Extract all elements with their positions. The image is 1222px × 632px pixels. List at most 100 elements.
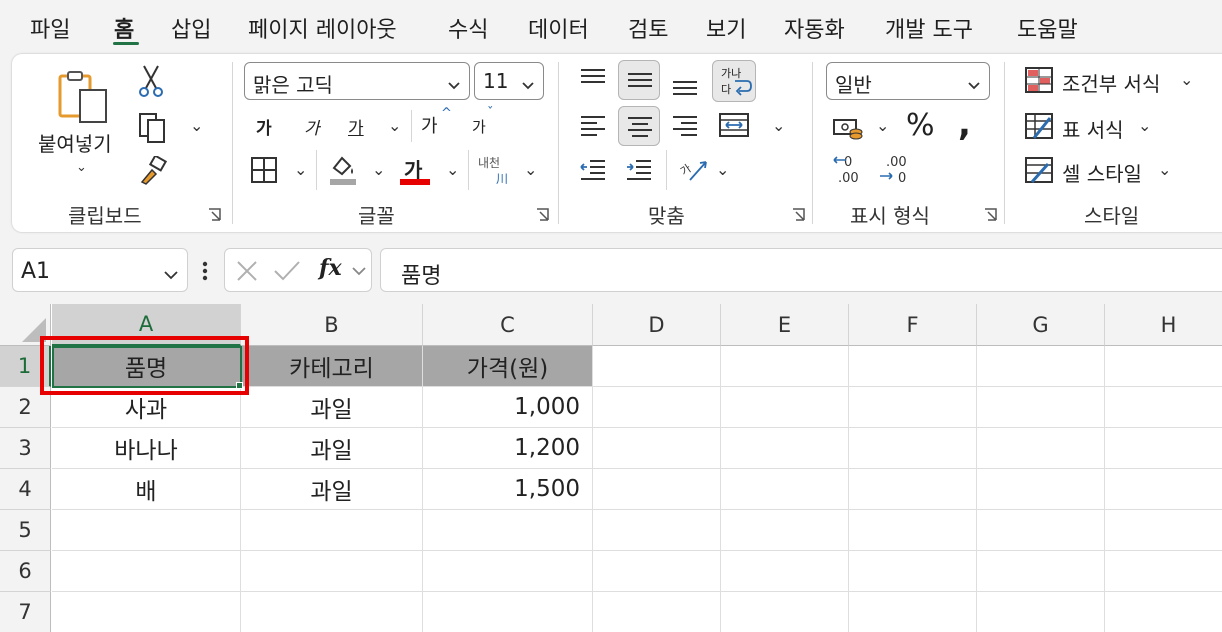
alignment-launcher-icon[interactable]: [792, 206, 805, 221]
font-color-dropdown-icon[interactable]: ⌄: [446, 160, 459, 179]
borders-icon[interactable]: [250, 156, 278, 184]
empty-cell[interactable]: [721, 510, 849, 551]
decrease-decimal-icon[interactable]: .00 0: [878, 154, 910, 186]
empty-cell[interactable]: [849, 428, 977, 469]
empty-cell[interactable]: [977, 592, 1105, 632]
tab-insert[interactable]: 삽입: [171, 12, 211, 44]
bold-button[interactable]: 가: [256, 114, 272, 139]
tab-review[interactable]: 검토: [628, 12, 668, 44]
empty-cell[interactable]: [721, 592, 849, 632]
clipboard-launcher-icon[interactable]: [208, 206, 221, 221]
phonetic-top-label[interactable]: 내천: [478, 154, 500, 171]
fill-color-dropdown-icon[interactable]: ⌄: [372, 160, 385, 179]
empty-cell[interactable]: [849, 469, 977, 510]
merge-center-icon[interactable]: [718, 110, 750, 140]
cancel-icon[interactable]: [235, 259, 259, 287]
align-center-button[interactable]: [618, 106, 660, 146]
empty-cell[interactable]: [1105, 592, 1222, 632]
font-size-select[interactable]: 11: [474, 62, 544, 100]
font-name-select[interactable]: 맑은 고딕: [244, 62, 470, 100]
column-header-c[interactable]: C: [423, 304, 593, 346]
currency-icon[interactable]: [832, 114, 864, 142]
cell-a4[interactable]: 배: [52, 469, 241, 510]
empty-cell[interactable]: [1105, 387, 1222, 428]
tab-page-layout[interactable]: 페이지 레이아웃: [248, 12, 397, 44]
paste-dropdown-icon[interactable]: ⌄: [76, 160, 87, 175]
copy-icon[interactable]: [136, 110, 170, 144]
empty-cell[interactable]: [721, 387, 849, 428]
tab-data[interactable]: 데이터: [528, 12, 589, 44]
tab-help[interactable]: 도움말: [1017, 12, 1078, 44]
cell-b1[interactable]: 카테고리: [241, 346, 423, 387]
row-header-5[interactable]: 5: [0, 510, 51, 551]
currency-dropdown-icon[interactable]: ⌄: [876, 116, 889, 135]
empty-cell[interactable]: [977, 346, 1105, 387]
empty-cell[interactable]: [241, 592, 423, 632]
row-header-4[interactable]: 4: [0, 469, 51, 510]
cell-b2[interactable]: 과일: [241, 387, 423, 428]
format-as-table-icon[interactable]: [1024, 112, 1054, 140]
chevron-down-icon[interactable]: [351, 263, 367, 282]
empty-cell[interactable]: [1105, 551, 1222, 592]
borders-dropdown-icon[interactable]: ⌄: [294, 160, 307, 179]
column-header-g[interactable]: G: [977, 304, 1105, 346]
paste-icon[interactable]: [56, 70, 110, 126]
empty-cell[interactable]: [977, 387, 1105, 428]
empty-cell[interactable]: [1105, 428, 1222, 469]
grow-font-button[interactable]: 가: [421, 112, 438, 138]
empty-cell[interactable]: [593, 551, 721, 592]
empty-cell[interactable]: [593, 346, 721, 387]
enter-icon[interactable]: [273, 259, 301, 287]
column-header-h[interactable]: H: [1105, 304, 1222, 346]
middle-align-button[interactable]: [618, 60, 660, 100]
empty-cell[interactable]: [721, 428, 849, 469]
phonetic-bottom-label[interactable]: 川: [496, 170, 508, 187]
empty-cell[interactable]: [977, 428, 1105, 469]
empty-cell[interactable]: [593, 428, 721, 469]
fill-color-icon[interactable]: [328, 154, 358, 186]
row-header-7[interactable]: 7: [0, 592, 51, 632]
cell-styles-dropdown-icon[interactable]: ⌄: [1158, 160, 1171, 179]
empty-cell[interactable]: [593, 469, 721, 510]
table-format-dropdown-icon[interactable]: ⌄: [1138, 116, 1151, 135]
bottom-align-icon[interactable]: [670, 70, 700, 98]
number-launcher-icon[interactable]: [984, 206, 997, 221]
name-box[interactable]: A1: [12, 248, 188, 292]
empty-cell[interactable]: [52, 510, 241, 551]
conditional-formatting-button[interactable]: 조건부 서식: [1062, 68, 1160, 97]
conditional-formatting-icon[interactable]: [1024, 66, 1054, 94]
empty-cell[interactable]: [849, 346, 977, 387]
align-right-icon[interactable]: [670, 112, 700, 140]
cut-icon[interactable]: [138, 64, 164, 98]
orientation-icon[interactable]: 가: [678, 154, 710, 184]
cell-styles-icon[interactable]: [1024, 156, 1054, 184]
row-header-3[interactable]: 3: [0, 428, 51, 469]
font-launcher-icon[interactable]: [536, 206, 549, 221]
tab-automate[interactable]: 자동화: [784, 12, 845, 44]
cell-b3[interactable]: 과일: [241, 428, 423, 469]
cell-c2[interactable]: 1,000: [423, 387, 593, 428]
cell-c1[interactable]: 가격(원): [423, 346, 593, 387]
empty-cell[interactable]: [721, 551, 849, 592]
empty-cell[interactable]: [593, 510, 721, 551]
chevron-down-icon[interactable]: [163, 263, 179, 288]
format-painter-icon[interactable]: [138, 154, 168, 186]
copy-dropdown-icon[interactable]: ⌄: [190, 116, 203, 135]
cell-a3[interactable]: 바나나: [52, 428, 241, 469]
increase-decimal-icon[interactable]: 0.00: [832, 154, 864, 186]
top-align-icon[interactable]: [578, 66, 608, 94]
row-header-6[interactable]: 6: [0, 551, 51, 592]
column-header-d[interactable]: D: [593, 304, 721, 346]
cell-styles-button[interactable]: 셀 스타일: [1062, 158, 1142, 187]
empty-cell[interactable]: [1105, 510, 1222, 551]
empty-cell[interactable]: [977, 469, 1105, 510]
orientation-dropdown-icon[interactable]: ⌄: [716, 160, 729, 179]
empty-cell[interactable]: [849, 551, 977, 592]
column-header-f[interactable]: F: [849, 304, 977, 346]
underline-dropdown-icon[interactable]: ⌄: [388, 116, 401, 135]
empty-cell[interactable]: [52, 551, 241, 592]
increase-indent-icon[interactable]: [624, 156, 654, 184]
empty-cell[interactable]: [849, 387, 977, 428]
empty-cell[interactable]: [1105, 346, 1222, 387]
tab-formulas[interactable]: 수식: [448, 12, 488, 44]
